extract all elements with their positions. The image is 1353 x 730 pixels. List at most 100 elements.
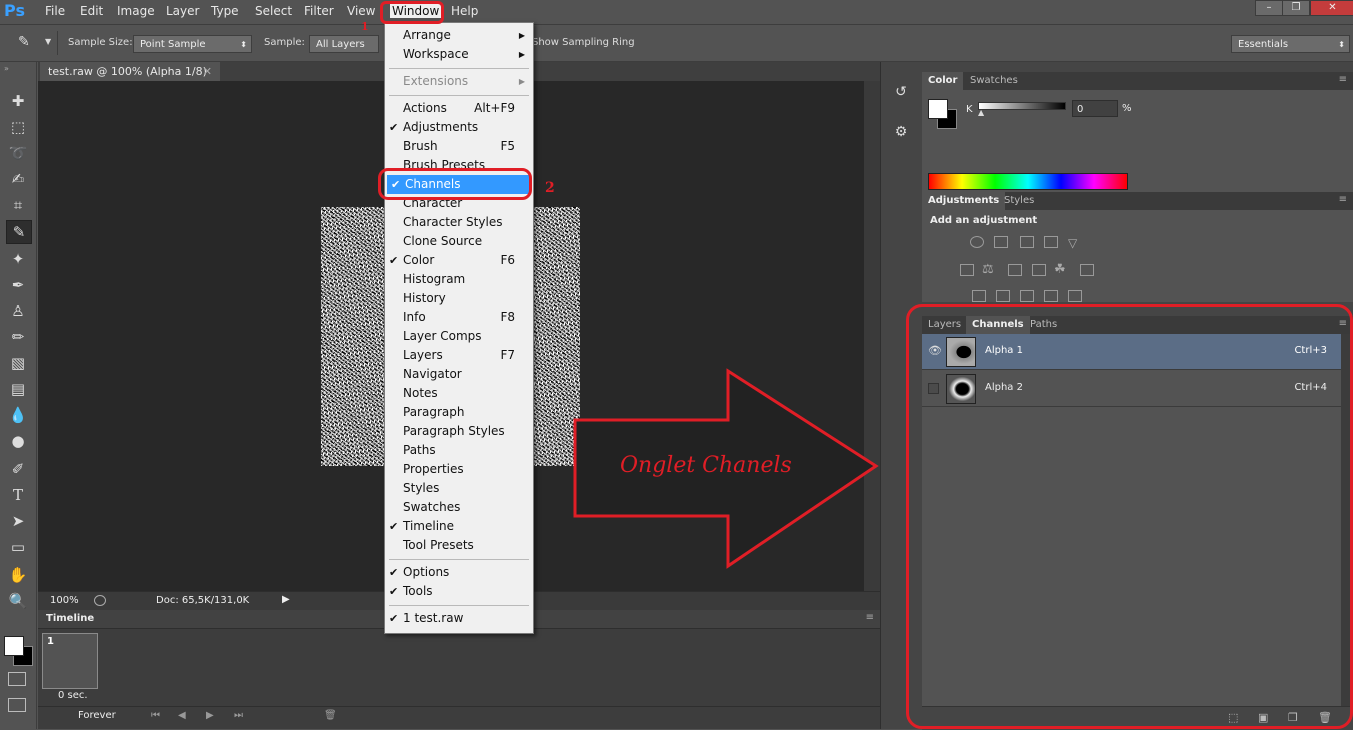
workspace-select[interactable]: Essentials ⬍ [1231, 35, 1350, 53]
close-icon[interactable]: ✕ [203, 62, 212, 81]
color-spectrum-ramp[interactable] [928, 173, 1128, 190]
hand-icon[interactable]: ✋ [6, 564, 30, 586]
exposure-icon[interactable] [1044, 236, 1058, 248]
menu-item-workspace[interactable]: Workspace ▶ [385, 45, 533, 64]
panel-menu-icon[interactable]: ≡ [866, 612, 874, 623]
tab-swatches[interactable]: Swatches [964, 72, 1024, 90]
k-value-input[interactable]: 0 [1072, 100, 1118, 117]
vibrance-icon[interactable]: ▽ [1068, 236, 1077, 250]
gradient-icon[interactable]: ▤ [6, 378, 30, 400]
properties-icon[interactable]: ⚙ [889, 124, 913, 146]
panel-menu-icon[interactable]: ≡ [1339, 194, 1347, 205]
foreground-color-swatch[interactable] [4, 636, 24, 656]
sample-select[interactable]: All Layers [309, 35, 379, 53]
menu-item-tools[interactable]: ✔ Tools [385, 582, 533, 601]
eyedropper-icon[interactable]: ✎ [6, 220, 32, 244]
menu-file[interactable]: File [45, 4, 65, 18]
black-white-icon[interactable] [1008, 264, 1022, 276]
channel-mixer-icon[interactable]: ☘ [1054, 262, 1066, 277]
eyedropper-icon[interactable]: ✎ [18, 34, 38, 52]
marquee-icon[interactable]: ⬚ [6, 116, 30, 138]
foreground-color-swatch[interactable] [928, 99, 948, 119]
delete-frame-icon[interactable]: 🗑 [324, 710, 337, 721]
panel-menu-icon[interactable]: ≡ [1339, 74, 1347, 85]
crop-icon[interactable]: ⌗ [6, 194, 30, 216]
restore-button[interactable]: ❐ [1282, 0, 1310, 16]
menu-item-layer-comps[interactable]: Layer Comps [385, 327, 533, 346]
path-select-icon[interactable]: ➤ [6, 510, 30, 532]
menu-layer[interactable]: Layer [166, 4, 199, 18]
menu-item-paths[interactable]: Paths [385, 441, 533, 460]
zoom-icon[interactable]: 🔍 [6, 590, 30, 612]
prev-frame-icon[interactable]: ◀ [178, 710, 186, 721]
menu-type[interactable]: Type [211, 4, 239, 18]
eraser-icon[interactable]: ▧ [6, 352, 30, 374]
invert-icon[interactable] [972, 290, 986, 302]
menu-item-styles[interactable]: Styles [385, 479, 533, 498]
menu-item-histogram[interactable]: Histogram [385, 270, 533, 289]
timeline-title[interactable]: Timeline [46, 613, 94, 624]
menu-item-timeline[interactable]: ✔ Timeline [385, 517, 533, 536]
stamp-icon[interactable]: ♙ [6, 300, 30, 322]
blur-icon[interactable]: 💧 [6, 404, 30, 426]
menu-edit[interactable]: Edit [80, 4, 103, 18]
menu-item-color[interactable]: ✔ Color F6 [385, 251, 533, 270]
threshold-icon[interactable] [1020, 290, 1034, 302]
color-lookup-icon[interactable] [1080, 264, 1094, 276]
menu-item-clone-source[interactable]: Clone Source [385, 232, 533, 251]
move-icon[interactable]: ✚ [6, 90, 30, 112]
menu-item-properties[interactable]: Properties [385, 460, 533, 479]
pen-icon[interactable]: ✐ [6, 458, 30, 480]
close-button[interactable]: ✕ [1310, 0, 1353, 16]
tab-adjustments[interactable]: Adjustments [922, 192, 1006, 210]
menu-help[interactable]: Help [451, 4, 478, 18]
menu-item-notes[interactable]: Notes [385, 384, 533, 403]
dodge-icon[interactable]: ● [6, 430, 30, 452]
hue-saturation-icon[interactable] [960, 264, 974, 276]
menu-item-character-styles[interactable]: Character Styles [385, 213, 533, 232]
lasso-icon[interactable]: ➰ [6, 142, 30, 164]
next-frame-icon[interactable]: ⏭ [234, 710, 243, 721]
menu-filter[interactable]: Filter [304, 4, 334, 18]
frame-delay[interactable]: 0 sec. [58, 690, 88, 701]
healing-icon[interactable]: ✦ [6, 248, 30, 270]
shape-icon[interactable]: ▭ [6, 536, 30, 558]
brightness-icon[interactable] [970, 236, 984, 248]
collapse-icon[interactable]: » [4, 64, 9, 73]
tab-styles[interactable]: Styles [998, 192, 1040, 210]
color-balance-icon[interactable]: ⚖ [982, 262, 994, 277]
menu-item-swatches[interactable]: Swatches [385, 498, 533, 517]
menu-item-adjustments[interactable]: ✔ Adjustments [385, 118, 533, 137]
info-icon[interactable] [94, 595, 106, 606]
menu-item-navigator[interactable]: Navigator [385, 365, 533, 384]
play-icon[interactable]: ▶ [282, 594, 290, 605]
quick-mask-icon[interactable] [8, 672, 26, 686]
menu-item-1-test-raw[interactable]: ✔ 1 test.raw [385, 609, 533, 628]
tab-color[interactable]: Color [922, 72, 964, 90]
photo-filter-icon[interactable] [1032, 264, 1046, 276]
menu-item-paragraph[interactable]: Paragraph [385, 403, 533, 422]
zoom-level[interactable]: 100% [50, 595, 79, 606]
history-icon[interactable]: ↺ [889, 84, 913, 106]
curves-icon[interactable] [1020, 236, 1034, 248]
type-icon[interactable]: T [6, 484, 30, 506]
k-slider[interactable] [978, 102, 1066, 110]
minimize-button[interactable]: – [1255, 0, 1283, 16]
show-sampling-ring-label[interactable]: Show Sampling Ring [532, 37, 635, 48]
document-tab[interactable]: test.raw @ 100% (Alpha 1/8) ✕ [40, 62, 220, 81]
menu-item-tool-presets[interactable]: Tool Presets [385, 536, 533, 555]
chevron-down-icon[interactable]: ▼ [45, 37, 51, 46]
quick-select-icon[interactable]: ✍ [6, 168, 30, 190]
menu-view[interactable]: View [347, 4, 375, 18]
history-brush-icon[interactable]: ✏ [6, 326, 30, 348]
menu-item-options[interactable]: ✔ Options [385, 563, 533, 582]
brush-icon[interactable]: ✒ [6, 274, 30, 296]
menu-item-history[interactable]: History [385, 289, 533, 308]
menu-item-brush[interactable]: Brush F5 [385, 137, 533, 156]
menu-item-arrange[interactable]: Arrange ▶ [385, 26, 533, 45]
play-icon[interactable]: ▶ [206, 710, 214, 721]
menu-item-layers[interactable]: Layers F7 [385, 346, 533, 365]
slider-handle-icon[interactable]: ▲ [978, 108, 984, 117]
menu-item-paragraph-styles[interactable]: Paragraph Styles [385, 422, 533, 441]
posterize-icon[interactable] [996, 290, 1010, 302]
